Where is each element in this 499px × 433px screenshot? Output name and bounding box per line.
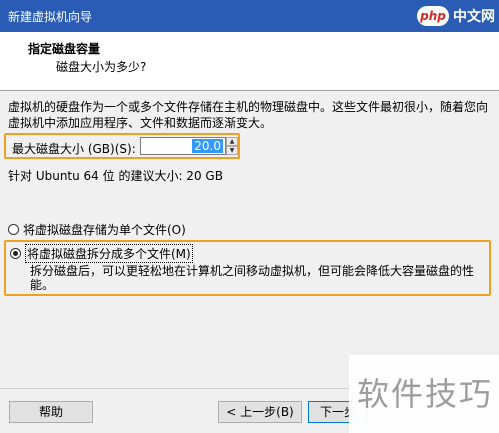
radio-split-files[interactable]: 将虚拟磁盘拆分成多个文件(M) [10, 244, 193, 263]
split-description: 拆分磁盘后，可以更轻松地在计算机之间移动虚拟机，但可能会降低大容量磁盘的性能。 [30, 264, 475, 292]
watermark-text: 中文网 [453, 9, 495, 25]
watermark-overlay: 软件技巧 [349, 355, 499, 433]
watermark-php: php 中文网 [417, 6, 495, 26]
disk-size-stepper[interactable]: ▲ ▼ [226, 137, 238, 155]
wizard-header: 指定磁盘容量 磁盘大小为多少? [0, 32, 499, 91]
radio-single-file-icon[interactable] [8, 224, 19, 235]
php-logo: php [417, 6, 449, 26]
split-option-box: 将虚拟磁盘拆分成多个文件(M) 拆分磁盘后，可以更轻松地在计算机之间移动虚拟机，… [4, 240, 491, 296]
watermark-br-text: 软件技巧 [357, 375, 494, 413]
recommended-size: 针对 Ubuntu 64 位 的建议大小: 20 GB [8, 169, 223, 183]
page-subtitle: 磁盘大小为多少? [56, 60, 147, 74]
radio-split-files-icon[interactable] [10, 248, 21, 259]
radio-single-file-label[interactable]: 将虚拟磁盘存储为单个文件(O) [23, 221, 186, 238]
radio-split-files-label[interactable]: 将虚拟磁盘拆分成多个文件(M) [25, 244, 193, 263]
spin-up-icon[interactable]: ▲ [226, 137, 238, 146]
disk-size-row: 最大磁盘大小 (GB)(S): 20.0 ▲ ▼ [4, 133, 240, 159]
radio-single-file[interactable]: 将虚拟磁盘存储为单个文件(O) [8, 221, 186, 238]
window-title: 新建虚拟机向导 [8, 10, 93, 24]
disk-size-label: 最大磁盘大小 (GB)(S): [12, 142, 136, 156]
page-title: 指定磁盘容量 [28, 42, 101, 56]
help-button[interactable]: 帮助 [9, 401, 93, 423]
back-button[interactable]: < 上一步(B) [218, 401, 302, 423]
description-text: 虚拟机的硬盘作为一个或多个文件存储在主机的物理磁盘中。这些文件最初很小，随着您向… [8, 100, 489, 130]
disk-size-input[interactable]: 20.0 [140, 137, 226, 155]
spin-down-icon[interactable]: ▼ [226, 146, 238, 155]
title-bar: 新建虚拟机向导 php 中文网 [0, 0, 499, 32]
disk-size-value: 20.0 [192, 139, 223, 153]
